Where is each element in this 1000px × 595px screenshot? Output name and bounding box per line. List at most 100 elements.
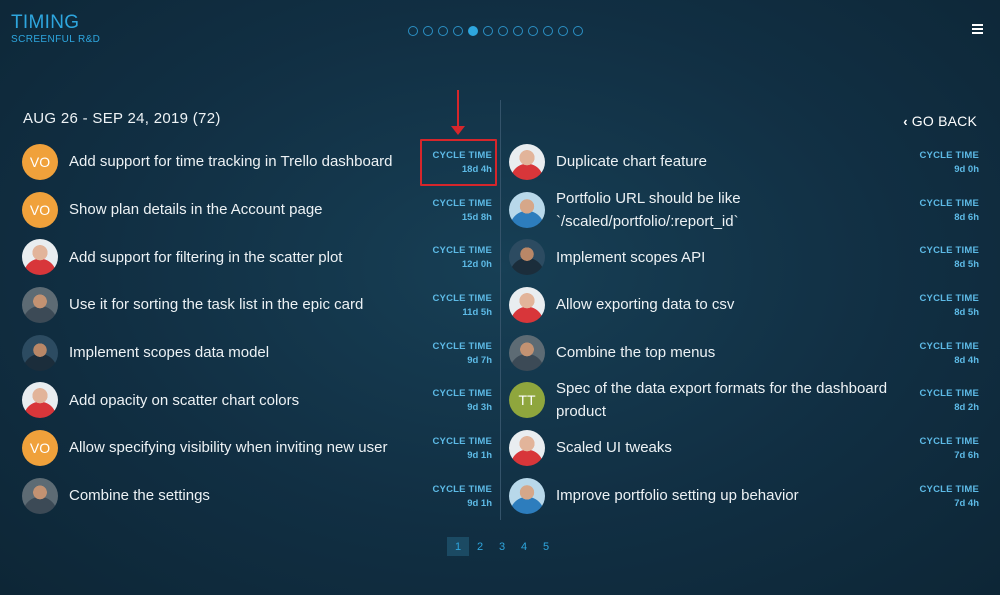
carousel-dots xyxy=(408,26,583,36)
cycle-time-label: CYCLE TIME xyxy=(432,388,492,400)
annotation-arrow-head xyxy=(451,126,465,135)
avatar xyxy=(509,334,545,371)
carousel-dot[interactable] xyxy=(453,26,463,36)
page-link[interactable]: 2 xyxy=(469,537,491,556)
avatar xyxy=(509,143,545,180)
cycle-time-value: 15d 8h xyxy=(461,211,492,223)
cycle-time-label: CYCLE TIME xyxy=(432,483,492,495)
page-link[interactable]: 4 xyxy=(513,537,535,556)
cycle-time-label: CYCLE TIME xyxy=(919,150,979,161)
chevron-left-icon: ‹ xyxy=(903,113,908,129)
carousel-dot[interactable] xyxy=(438,26,448,36)
task-title: Combine the top menus xyxy=(556,344,716,362)
task-title: Add support for time tracking in Trello … xyxy=(69,153,393,171)
task-title: Use it for sorting the task list in the … xyxy=(69,296,364,314)
task-row[interactable]: Implement scopes data model CYCLE TIME 9d … xyxy=(22,329,492,377)
avatar xyxy=(22,239,58,276)
carousel-dot[interactable] xyxy=(513,26,523,36)
cycle-time: CYCLE TIME 8d 6h xyxy=(919,198,979,223)
page-link[interactable]: 3 xyxy=(491,537,513,556)
carousel-dot[interactable] xyxy=(483,26,493,36)
app-title: TIMING xyxy=(11,12,80,33)
cycle-time: CYCLE TIME 9d 0h xyxy=(919,150,979,175)
cycle-time-value: 7d 6h xyxy=(954,450,979,462)
task-row[interactable]: Improve portfolio setting up behavior CYC… xyxy=(509,472,979,520)
brand: TIMING SCREENFUL R&D xyxy=(11,12,100,46)
avatar: VO xyxy=(22,429,58,466)
task-row[interactable]: Add support for filtering in the scatter… xyxy=(22,233,492,281)
cycle-time: CYCLE TIME 9d 1h xyxy=(412,436,492,461)
task-title: Duplicate chart feature xyxy=(556,153,707,171)
go-back-button[interactable]: ‹ GO BACK xyxy=(903,113,977,129)
task-row[interactable]: VO Show plan details in the Account page C… xyxy=(22,186,492,234)
cycle-time-label: CYCLE TIME xyxy=(432,245,492,257)
task-row[interactable]: Add opacity on scatter chart colors CYCLE… xyxy=(22,376,492,424)
cycle-time: CYCLE TIME 15d 8h xyxy=(412,198,492,223)
cycle-time-value: 9d 1h xyxy=(467,450,492,462)
carousel-dot[interactable] xyxy=(498,26,508,36)
cycle-time-value: 8d 2h xyxy=(954,402,979,414)
task-row[interactable]: Combine the top menus CYCLE TIME 8d 4h xyxy=(509,329,979,377)
cycle-time-value: 9d 3h xyxy=(467,402,492,414)
cycle-time-label: CYCLE TIME xyxy=(432,436,492,448)
page-link[interactable]: 5 xyxy=(535,537,557,556)
task-row[interactable]: Allow exporting data to csv CYCLE TIME 8d … xyxy=(509,281,979,329)
carousel-dot[interactable] xyxy=(468,26,478,36)
task-title: Combine the settings xyxy=(69,487,210,505)
task-title: Spec of the data export formats for the … xyxy=(556,380,888,421)
task-title: Implement scopes data model xyxy=(69,344,270,362)
task-title: Add opacity on scatter chart colors xyxy=(69,391,300,409)
task-row[interactable]: Use it for sorting the task list in the … xyxy=(22,281,492,329)
cycle-time-label: CYCLE TIME xyxy=(919,340,979,352)
page-link[interactable]: 1 xyxy=(447,537,469,556)
avatar xyxy=(509,239,545,276)
task-title: Allow exporting data to csv xyxy=(556,296,735,314)
cycle-time-value: 8d 5h xyxy=(954,307,979,319)
cycle-time-value: 8d 5h xyxy=(954,259,979,271)
cycle-time-label: CYCLE TIME xyxy=(919,483,979,495)
cycle-time: CYCLE TIME 8d 5h xyxy=(919,293,979,318)
cycle-time-value: 7d 4h xyxy=(954,497,979,509)
avatar xyxy=(509,191,545,228)
task-row[interactable]: Scaled UI tweaks CYCLE TIME 7d 6h xyxy=(509,424,979,472)
cycle-time: CYCLE TIME 12d 0h xyxy=(412,245,492,270)
avatar: VO xyxy=(22,191,58,228)
task-title: Add support for filtering in the scatter… xyxy=(69,248,343,266)
cycle-time-label: CYCLE TIME xyxy=(919,388,979,400)
avatar xyxy=(509,429,545,466)
cycle-time-label: CYCLE TIME xyxy=(919,293,979,305)
avatar: VO xyxy=(22,143,58,180)
avatar xyxy=(22,334,58,371)
avatar: TT xyxy=(509,382,545,419)
cycle-time-value: 9d 1h xyxy=(467,497,492,509)
column-divider xyxy=(500,100,501,520)
pagination: 12345 xyxy=(447,537,557,556)
cycle-time: CYCLE TIME 7d 6h xyxy=(919,436,979,461)
task-list-right: Duplicate chart feature CYCLE TIME 9d 0h Po… xyxy=(509,138,979,520)
task-row[interactable]: VO Allow specifying visibility when invit… xyxy=(22,424,492,472)
cycle-time: CYCLE TIME 7d 4h xyxy=(919,484,979,509)
task-row[interactable]: Duplicate chart feature CYCLE TIME 9d 0h xyxy=(509,138,979,186)
annotation-arrow xyxy=(457,90,459,128)
task-row[interactable]: Implement scopes API CYCLE TIME 8d 5h xyxy=(509,233,979,281)
task-title: Show plan details in the Account page xyxy=(69,201,323,219)
cycle-time-value: 8d 4h xyxy=(954,354,979,366)
cycle-time-label: CYCLE TIME xyxy=(919,436,979,448)
go-back-label: GO BACK xyxy=(911,113,977,129)
carousel-dot[interactable] xyxy=(408,26,418,36)
task-title: Portfolio URL should be like `/scaled/po… xyxy=(556,189,741,230)
annotation-highlight-box xyxy=(420,139,497,186)
carousel-dot[interactable] xyxy=(543,26,553,36)
task-row[interactable]: TT Spec of the data export formats for th… xyxy=(509,376,979,424)
carousel-dot[interactable] xyxy=(558,26,568,36)
task-row[interactable]: Combine the settings CYCLE TIME 9d 1h xyxy=(22,472,492,520)
hamburger-menu-icon[interactable] xyxy=(972,24,983,36)
cycle-time-label: CYCLE TIME xyxy=(919,197,979,209)
carousel-dot[interactable] xyxy=(528,26,538,36)
task-row[interactable]: Portfolio URL should be like `/scaled/po… xyxy=(509,186,979,234)
cycle-time-value: 12d 0h xyxy=(461,259,492,271)
carousel-dot[interactable] xyxy=(423,26,433,36)
cycle-time-value: 9d 0h xyxy=(954,164,979,175)
cycle-time-label: CYCLE TIME xyxy=(432,293,492,305)
carousel-dot[interactable] xyxy=(573,26,583,36)
